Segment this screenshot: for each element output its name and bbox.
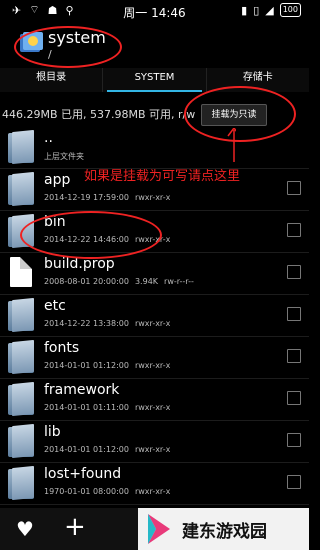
list-item[interactable]: etc 2014-12-22 13:38:00 rwxr-xr-x <box>0 294 309 337</box>
file-name: fonts <box>44 340 80 356</box>
file-meta: 2014-12-19 17:59:00 rwxr-xr-x <box>44 193 171 202</box>
select-checkbox[interactable] <box>287 349 301 363</box>
select-checkbox[interactable] <box>287 265 301 279</box>
select-checkbox[interactable] <box>287 223 301 237</box>
folder-icon <box>8 171 34 207</box>
list-item[interactable]: lib 2014-01-01 01:12:00 rwxr-xr-x <box>0 420 309 463</box>
file-meta: 2014-01-01 01:11:00 rwxr-xr-x <box>44 403 171 412</box>
no-signal-icon: ◢ <box>265 3 274 17</box>
annotation-circle-title <box>14 26 122 68</box>
folder-icon <box>8 423 34 459</box>
watermark-logo-icon <box>148 514 170 544</box>
file-name: app <box>44 172 71 188</box>
favorite-icon[interactable]: ♥ <box>16 517 34 541</box>
battery-icon: 100 <box>279 3 301 17</box>
select-checkbox[interactable] <box>287 475 301 489</box>
list-item[interactable]: fonts 2014-01-01 01:12:00 rwxr-xr-x <box>0 336 309 379</box>
file-meta: 2014-12-22 13:38:00 rwxr-xr-x <box>44 319 171 328</box>
list-item[interactable]: build.prop 2008-08-01 20:00:00 3.94K rw-r-… <box>0 252 309 295</box>
file-name: etc <box>44 298 66 314</box>
list-item[interactable]: .. 上层文件夹 <box>0 126 309 169</box>
tab-root[interactable]: 根目录 <box>0 68 104 92</box>
annotation-circle-bin <box>20 211 162 259</box>
list-item[interactable]: app 2014-12-19 17:59:00 rwxr-xr-x <box>0 168 309 211</box>
signal-icon: ▮ <box>241 3 248 17</box>
watermark-banner: 建东游戏园 <box>138 508 309 550</box>
file-meta: 2014-01-01 01:12:00 rwxr-xr-x <box>44 445 171 454</box>
select-checkbox[interactable] <box>287 181 301 195</box>
status-bar: ✈ ⌔ ☗ ⚲ 周一 14:46 ▮ ▯ ◢ 100 <box>0 0 309 22</box>
list-item[interactable]: lost+found 1970-01-01 08:00:00 rwxr-xr-x <box>0 462 309 505</box>
storage-usage-text: 446.29MB 已用, 537.98MB 可用, r/w <box>2 108 196 121</box>
folder-icon <box>8 129 34 165</box>
select-checkbox[interactable] <box>287 433 301 447</box>
tab-system[interactable]: SYSTEM <box>103 68 207 93</box>
file-meta: 2014-01-01 01:12:00 rwxr-xr-x <box>44 361 171 370</box>
folder-icon <box>8 465 34 501</box>
select-checkbox[interactable] <box>287 391 301 405</box>
file-meta: 上层文件夹 <box>44 152 84 161</box>
file-name: lost+found <box>44 466 122 482</box>
file-document-icon <box>10 257 32 287</box>
status-icons-right: ▮ ▯ ◢ 100 <box>241 3 301 17</box>
add-icon[interactable]: + <box>64 512 86 542</box>
vibrate-icon: ▯ <box>253 3 260 17</box>
file-name: framework <box>44 382 120 398</box>
mount-readonly-button[interactable]: 挂载为只读 <box>201 104 267 126</box>
file-meta: 1970-01-01 08:00:00 rwxr-xr-x <box>44 487 171 496</box>
app-header: system / <box>0 22 309 68</box>
folder-icon <box>8 297 34 333</box>
watermark-text: 建东游戏园 <box>182 522 267 542</box>
file-name: .. <box>44 130 53 146</box>
file-name: lib <box>44 424 61 440</box>
select-checkbox[interactable] <box>287 307 301 321</box>
list-item[interactable]: framework 2014-01-01 01:11:00 rwxr-xr-x <box>0 378 309 421</box>
folder-icon <box>8 381 34 417</box>
folder-icon <box>8 339 34 375</box>
file-meta: 2008-08-01 20:00:00 3.94K rw-r--r-- <box>44 277 194 286</box>
